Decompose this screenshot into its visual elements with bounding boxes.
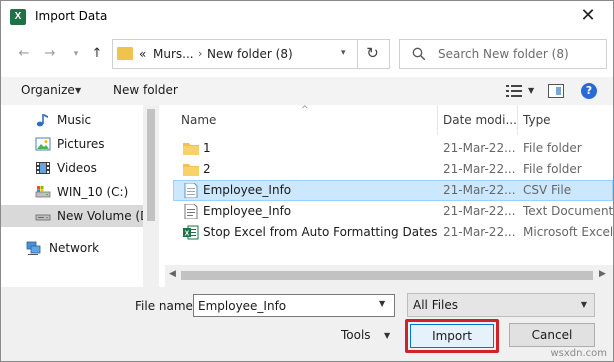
scroll-right-icon[interactable]: ▶ — [599, 269, 606, 279]
import-button[interactable]: Import — [410, 324, 494, 348]
watermark: wsxdn.com — [550, 348, 607, 359]
new-folder-button[interactable]: New folder — [113, 83, 178, 97]
nav-item-label: New Volume (D:) — [57, 209, 143, 223]
search-input[interactable] — [438, 47, 604, 61]
videos-icon — [36, 162, 50, 174]
organize-button[interactable]: Organize — [21, 83, 75, 97]
file-date: 21-Mar-22... — [443, 162, 516, 176]
file-date: 21-Mar-22... — [443, 225, 516, 239]
nav-item-label: Network — [49, 241, 100, 255]
search-box[interactable] — [399, 39, 607, 69]
address-chevron-icon[interactable]: › — [198, 47, 202, 60]
file-name-label: File name: — [135, 299, 197, 313]
tools-button[interactable]: Tools — [341, 328, 371, 342]
file-type-filter-select[interactable]: All Files ▼ — [407, 293, 595, 317]
nav-item-label: Music — [57, 113, 92, 127]
window-title: Import Data — [35, 9, 108, 23]
folder-icon — [183, 164, 199, 176]
nav-item-label: WIN_10 (C:) — [57, 185, 129, 199]
folder-icon — [117, 47, 133, 60]
organize-dropdown-icon[interactable]: ▼ — [75, 86, 81, 95]
address-overflow[interactable]: « — [139, 47, 146, 61]
column-divider[interactable] — [437, 105, 438, 135]
back-arrow-icon[interactable]: ← — [15, 45, 33, 63]
pictures-icon — [35, 137, 51, 151]
music-icon — [36, 114, 48, 127]
file-row[interactable]: 1 21-Mar-22... File folder — [173, 138, 613, 159]
file-row-selected[interactable]: Employee_Info 21-Mar-22... CSV File — [173, 180, 613, 201]
search-icon — [412, 47, 426, 61]
command-bar: Organize ▼ New folder ▼ ? — [1, 77, 613, 105]
address-segment-new-folder[interactable]: New folder (8) — [207, 47, 293, 61]
column-divider[interactable] — [517, 105, 518, 135]
file-date: 21-Mar-22... — [443, 141, 516, 155]
excel-app-icon: X — [10, 9, 26, 25]
file-name: Stop Excel from Auto Formatting Dates — [203, 225, 438, 239]
nav-item-music[interactable]: Music — [1, 109, 143, 131]
address-dropdown-icon[interactable]: ▾ — [341, 48, 346, 58]
file-list: ^ Name Date modi... Type 1 21-Mar-22... … — [165, 105, 613, 287]
nav-item-network[interactable]: Network — [1, 237, 143, 259]
address-segment-murs[interactable]: Murs... — [153, 47, 194, 61]
close-icon[interactable]: ✕ — [573, 5, 603, 27]
file-type-filter-label: All Files — [413, 298, 459, 312]
file-type: Text Document — [523, 204, 613, 218]
scroll-left-icon[interactable]: ◀ — [169, 269, 176, 279]
forward-arrow-icon[interactable]: → — [41, 45, 59, 63]
title-bar: X Import Data ✕ — [1, 1, 613, 33]
horizontal-scrollbar[interactable]: ◀ ▶ — [165, 265, 613, 287]
excel-file-icon: X — [183, 225, 199, 240]
file-name: Employee_Info — [203, 204, 292, 218]
recent-locations-chevron-icon[interactable]: ▾ — [67, 45, 85, 63]
nav-item-new-volume-d[interactable]: New Volume (D:) — [1, 205, 143, 227]
nav-item-label: Pictures — [57, 137, 105, 151]
file-name: 1 — [203, 141, 211, 155]
nav-item-label: Videos — [57, 161, 97, 175]
file-type: File folder — [523, 162, 582, 176]
navigation-pane: Music Pictures Videos WIN_10 (C:) New Vo… — [1, 105, 159, 287]
file-date: 21-Mar-22... — [443, 204, 516, 218]
address-bar[interactable]: « Murs... › New folder (8) ▾ ↻ — [112, 39, 390, 69]
import-data-dialog: X Import Data ✕ ← → ▾ ↑ « Murs... › New … — [0, 0, 614, 362]
svg-text:X: X — [185, 231, 190, 238]
file-date: 21-Mar-22... — [443, 183, 516, 197]
help-icon[interactable]: ? — [581, 83, 597, 99]
file-name-dropdown-icon[interactable]: ▼ — [379, 299, 385, 308]
preview-pane-icon[interactable] — [548, 84, 564, 98]
nav-item-win10-c[interactable]: WIN_10 (C:) — [1, 181, 143, 203]
file-name: Employee_Info — [203, 183, 292, 197]
file-type: Microsoft Excel W... — [523, 225, 613, 239]
file-type: CSV File — [523, 183, 572, 197]
column-header-name[interactable]: Name — [181, 113, 216, 127]
view-dropdown-icon[interactable]: ▼ — [528, 86, 534, 95]
view-options-icon[interactable] — [506, 84, 522, 98]
horizontal-scrollbar-thumb[interactable] — [181, 271, 593, 280]
file-row[interactable]: X Stop Excel from Auto Formatting Dates … — [173, 222, 613, 243]
tools-dropdown-icon[interactable]: ▼ — [384, 331, 390, 340]
network-icon — [26, 241, 41, 255]
drive-icon — [35, 186, 51, 198]
chevron-down-icon: ▼ — [580, 300, 587, 309]
file-type: File folder — [523, 141, 582, 155]
csv-file-icon — [184, 183, 198, 198]
folder-icon — [183, 143, 199, 155]
up-arrow-icon[interactable]: ↑ — [88, 45, 106, 63]
nav-item-pictures[interactable]: Pictures — [1, 133, 143, 155]
sort-ascending-icon: ^ — [301, 105, 309, 115]
column-header-date[interactable]: Date modi... — [443, 113, 517, 127]
file-row[interactable]: Employee_Info 21-Mar-22... Text Document — [173, 201, 613, 222]
column-header-type[interactable]: Type — [523, 113, 551, 127]
file-name-input[interactable] — [193, 294, 395, 317]
file-row[interactable]: 2 21-Mar-22... File folder — [173, 159, 613, 180]
refresh-icon[interactable]: ↻ — [357, 39, 387, 69]
text-file-icon — [184, 204, 198, 219]
drive-icon — [35, 214, 51, 221]
nav-item-videos[interactable]: Videos — [1, 157, 143, 179]
cancel-button[interactable]: Cancel — [509, 323, 595, 347]
dialog-footer: File name: ▼ All Files ▼ Tools ▼ Import … — [1, 287, 613, 361]
nav-scrollbar-thumb[interactable] — [147, 109, 155, 221]
file-name: 2 — [203, 162, 211, 176]
